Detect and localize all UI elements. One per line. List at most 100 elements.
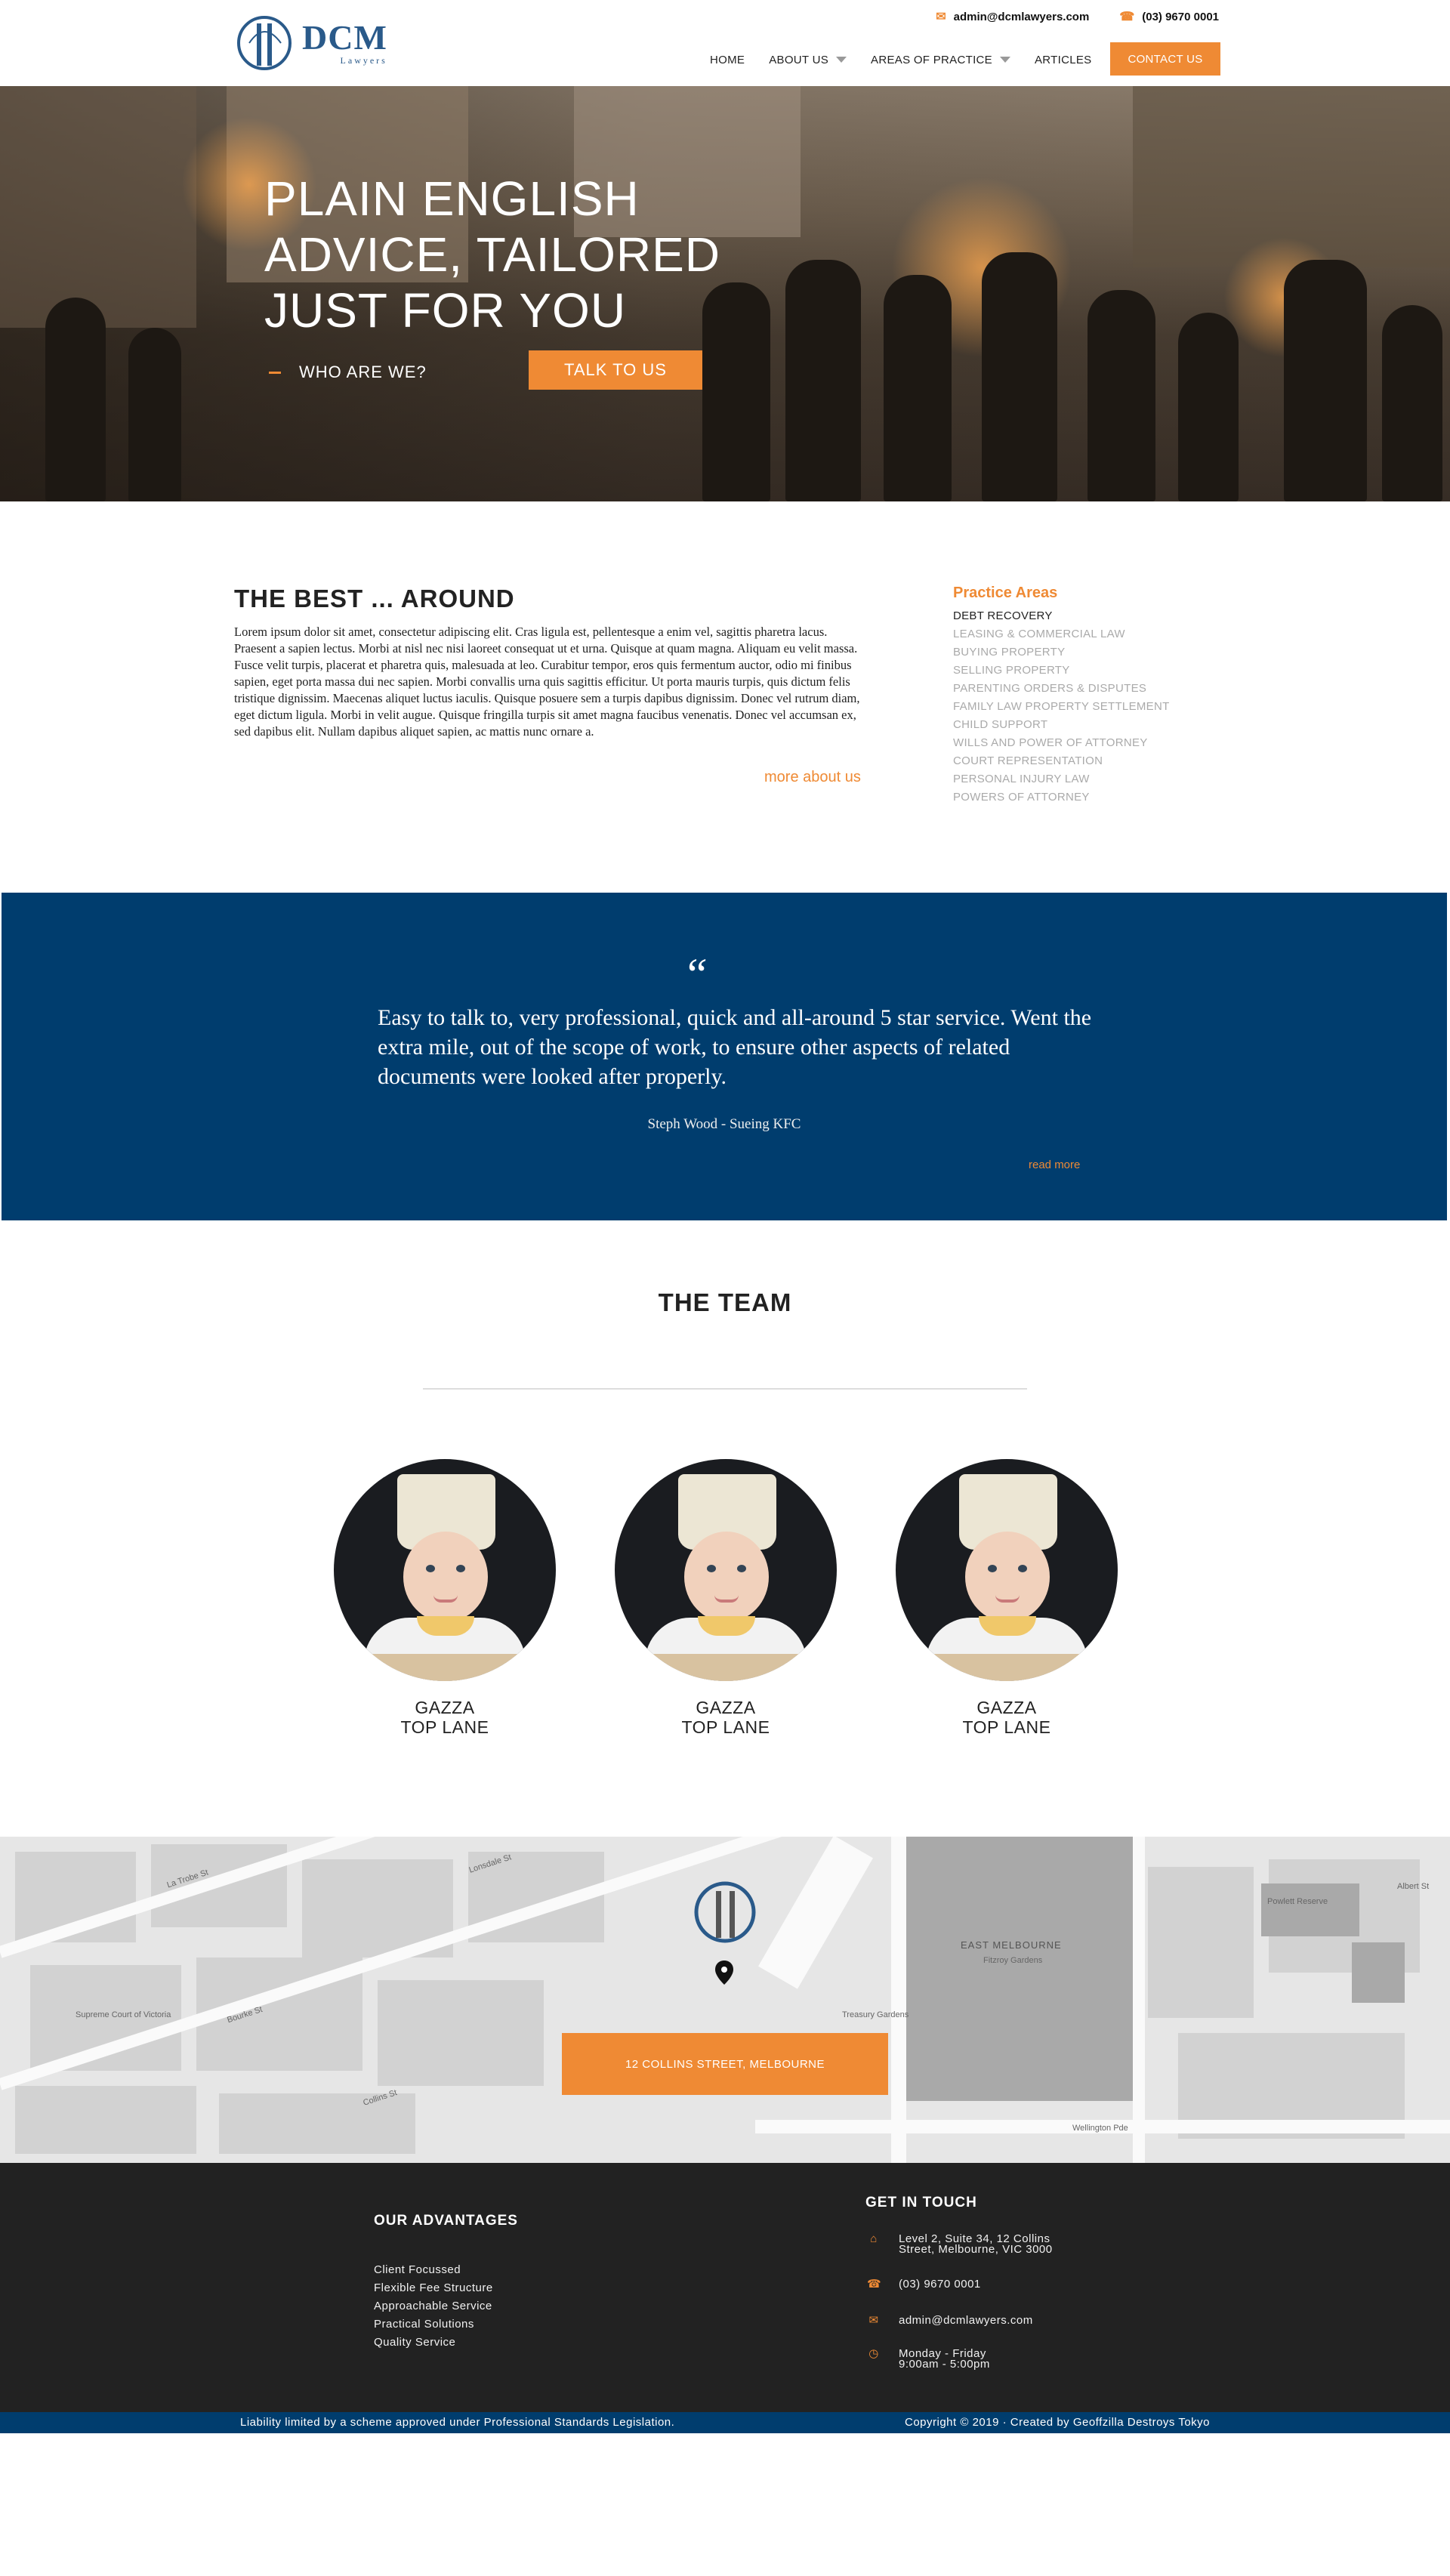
- team-title: THE TEAM: [658, 1288, 792, 1316]
- liability-text: Liability limited by a scheme approved u…: [240, 2416, 675, 2429]
- practice-area-item[interactable]: PARENTING ORDERS & DISPUTES: [953, 680, 1170, 698]
- advantage-item: Quality Service: [374, 2336, 456, 2349]
- avatar: [896, 1459, 1118, 1681]
- contact-title: GET IN TOUCH: [865, 2195, 977, 2210]
- envelope-icon: ✉: [868, 2314, 879, 2327]
- nav-item-label: AREAS OF PRACTICE: [871, 53, 992, 66]
- practice-area-item[interactable]: BUYING PROPERTY: [953, 643, 1170, 662]
- map-street-label: Treasury Gardens: [842, 2010, 909, 2019]
- member-role: TOP LANE: [681, 1717, 770, 1737]
- advantages-title: OUR ADVANTAGES: [374, 2213, 518, 2229]
- main-nav: HOME ABOUT US AREAS OF PRACTICE ARTICLES: [710, 44, 1115, 76]
- practice-area-item[interactable]: LEASING & COMMERCIAL LAW: [953, 625, 1170, 643]
- dash-icon: [269, 371, 281, 374]
- chevron-down-icon: [999, 57, 1010, 63]
- map-address-button[interactable]: 12 COLLINS STREET, MELBOURNE: [562, 2033, 888, 2095]
- copyright-text: Copyright © 2019 · Created by Geoffzilla…: [905, 2416, 1211, 2429]
- avatar: [334, 1459, 556, 1681]
- brand-logo[interactable]: DCM Lawyers: [234, 14, 393, 72]
- practice-area-item[interactable]: SELLING PROPERTY: [953, 662, 1170, 680]
- talk-to-us-button[interactable]: TALK TO US: [529, 350, 702, 390]
- footer-hours: ◷ Monday - Friday 9:00am - 5:00pm: [867, 2347, 990, 2371]
- nav-item-areas-of-practice[interactable]: AREAS OF PRACTICE: [871, 54, 1010, 66]
- footer-email-text: admin@dcmlawyers.com: [899, 2314, 1033, 2327]
- chevron-down-icon: [836, 57, 847, 63]
- topbar-phone-text: (03) 9670 0001: [1142, 10, 1219, 23]
- advantage-item: Flexible Fee Structure: [374, 2281, 493, 2294]
- hours-line: 9:00am - 5:00pm: [899, 2358, 990, 2371]
- advantages-list: Client Focussed Flexible Fee Structure A…: [374, 2261, 493, 2352]
- practice-areas-list: DEBT RECOVERY LEASING & COMMERCIAL LAW B…: [953, 607, 1170, 807]
- envelope-icon: ✉: [936, 11, 946, 23]
- map-street-label: Powlett Reserve: [1267, 1897, 1328, 1906]
- read-more-link[interactable]: read more: [1029, 1158, 1080, 1171]
- map-street-label: Supreme Court of Victoria: [76, 2010, 171, 2019]
- home-icon: ⌂: [870, 2232, 878, 2245]
- location-map[interactable]: La Trobe St Lonsdale St Bourke St Collin…: [0, 1837, 1450, 2163]
- team-member-card[interactable]: GAZZA TOP LANE: [615, 1459, 837, 1737]
- brand-name: DCM: [302, 17, 387, 57]
- more-about-us-link[interactable]: more about us: [764, 769, 861, 786]
- map-street-label: Albert St: [1397, 1882, 1430, 1891]
- testimonial-section: “ Easy to talk to, very professional, qu…: [2, 893, 1447, 1220]
- contact-topbar: ✉ admin@dcmlawyers.com ☎ (03) 9670 0001: [936, 9, 1219, 24]
- quote-icon: “: [683, 949, 708, 999]
- nav-item-about-us[interactable]: ABOUT US: [769, 54, 847, 66]
- who-are-we-label: WHO ARE WE?: [299, 362, 427, 381]
- hero-banner: PLAIN ENGLISH ADVICE, TAILORED JUST FOR …: [0, 86, 1450, 501]
- member-role: TOP LANE: [962, 1717, 1051, 1737]
- contact-us-button[interactable]: CONTACT US: [1110, 42, 1220, 76]
- practice-area-item[interactable]: PERSONAL INJURY LAW: [953, 770, 1170, 788]
- legal-bar: Liability limited by a scheme approved u…: [0, 2412, 1450, 2433]
- about-title: THE BEST ... AROUND: [234, 585, 515, 612]
- practice-area-item[interactable]: WILLS AND POWER OF ATTORNEY: [953, 734, 1170, 752]
- testimonial-text: Easy to talk to, very professional, quic…: [378, 1005, 1092, 1089]
- practice-area-item[interactable]: COURT REPRESENTATION: [953, 752, 1170, 770]
- footer-address: ⌂ Level 2, Suite 34, 12 Collins Street, …: [867, 2232, 1053, 2256]
- nav-item-label: HOME: [710, 53, 745, 66]
- map-area-label: EAST MELBOURNE: [961, 1939, 1062, 1951]
- team-member-card[interactable]: GAZZA TOP LANE: [896, 1459, 1118, 1737]
- clock-icon: ◷: [868, 2347, 879, 2360]
- logo-mark-icon: [237, 16, 292, 70]
- address-line: Street, Melbourne, VIC 3000: [899, 2243, 1053, 2256]
- footer-phone[interactable]: ☎ (03) 9670 0001: [867, 2278, 981, 2291]
- avatar: [615, 1459, 837, 1681]
- nav-item-label: ARTICLES: [1034, 53, 1092, 66]
- nav-item-articles[interactable]: ARTICLES: [1035, 54, 1091, 66]
- nav-item-label: ABOUT US: [769, 53, 829, 66]
- member-name: GAZZA: [696, 1698, 756, 1717]
- footer-email[interactable]: ✉ admin@dcmlawyers.com: [867, 2315, 1033, 2326]
- practice-areas-title: Practice Areas: [953, 585, 1058, 601]
- footer-phone-text: (03) 9670 0001: [899, 2278, 981, 2291]
- map-street-label: Fitzroy Gardens: [983, 1956, 1043, 1965]
- practice-area-item[interactable]: POWERS OF ATTORNEY: [953, 788, 1170, 807]
- advantage-item: Approachable Service: [374, 2300, 492, 2312]
- map-logo-icon: [694, 1881, 756, 1943]
- practice-area-item[interactable]: CHILD SUPPORT: [953, 716, 1170, 734]
- advantage-item: Client Focussed: [374, 2263, 461, 2276]
- topbar-email-text: admin@dcmlawyers.com: [953, 10, 1090, 23]
- hero-title: PLAIN ENGLISH ADVICE, TAILORED JUST FOR …: [264, 171, 720, 338]
- topbar-phone[interactable]: ☎ (03) 9670 0001: [1119, 9, 1219, 24]
- practice-area-item[interactable]: DEBT RECOVERY: [953, 607, 1170, 625]
- topbar-email[interactable]: ✉ admin@dcmlawyers.com: [936, 9, 1089, 24]
- about-body: Lorem ipsum dolor sit amet, consectetur …: [234, 625, 860, 739]
- who-are-we-link[interactable]: WHO ARE WE?: [269, 362, 495, 382]
- brand-tagline: Lawyers: [340, 54, 387, 66]
- member-role: TOP LANE: [400, 1717, 489, 1737]
- member-name: GAZZA: [415, 1698, 475, 1717]
- phone-icon: ☎: [867, 2278, 882, 2291]
- member-name: GAZZA: [976, 1698, 1037, 1717]
- site-header: DCM Lawyers ✉ admin@dcmlawyers.com ☎ (03…: [0, 0, 1450, 86]
- site-footer: OUR ADVANTAGES Client Focussed Flexible …: [0, 2163, 1450, 2412]
- advantage-item: Practical Solutions: [374, 2318, 474, 2331]
- team-member-card[interactable]: GAZZA TOP LANE: [334, 1459, 556, 1737]
- team-divider: [423, 1388, 1027, 1390]
- map-street-label: Wellington Pde: [1072, 2124, 1128, 2133]
- map-pin-icon[interactable]: [715, 1961, 733, 1985]
- nav-item-home[interactable]: HOME: [710, 54, 745, 66]
- practice-area-item[interactable]: FAMILY LAW PROPERTY SETTLEMENT: [953, 698, 1170, 716]
- testimonial-author: Steph Wood - Sueing KFC: [647, 1116, 801, 1132]
- phone-icon: ☎: [1119, 11, 1135, 23]
